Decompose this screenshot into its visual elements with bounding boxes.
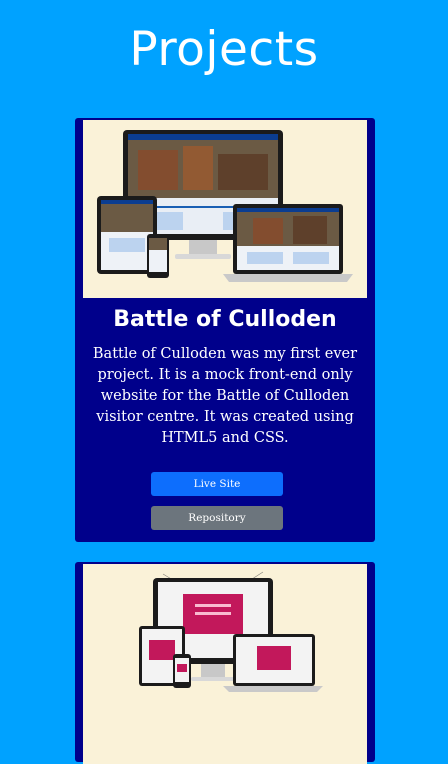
project-screenshot <box>83 120 367 298</box>
page-title: Projects <box>129 22 319 77</box>
live-site-button[interactable]: Live Site <box>151 472 283 496</box>
project-description: Battle of Culloden was my first ever pro… <box>92 346 358 446</box>
repository-button[interactable]: Repository <box>151 506 283 530</box>
project-title: Battle of Culloden <box>113 307 337 332</box>
project-screenshot <box>83 564 367 764</box>
project-card: Battle of Culloden Battle of Culloden wa… <box>75 118 375 542</box>
project-card <box>75 562 375 764</box>
